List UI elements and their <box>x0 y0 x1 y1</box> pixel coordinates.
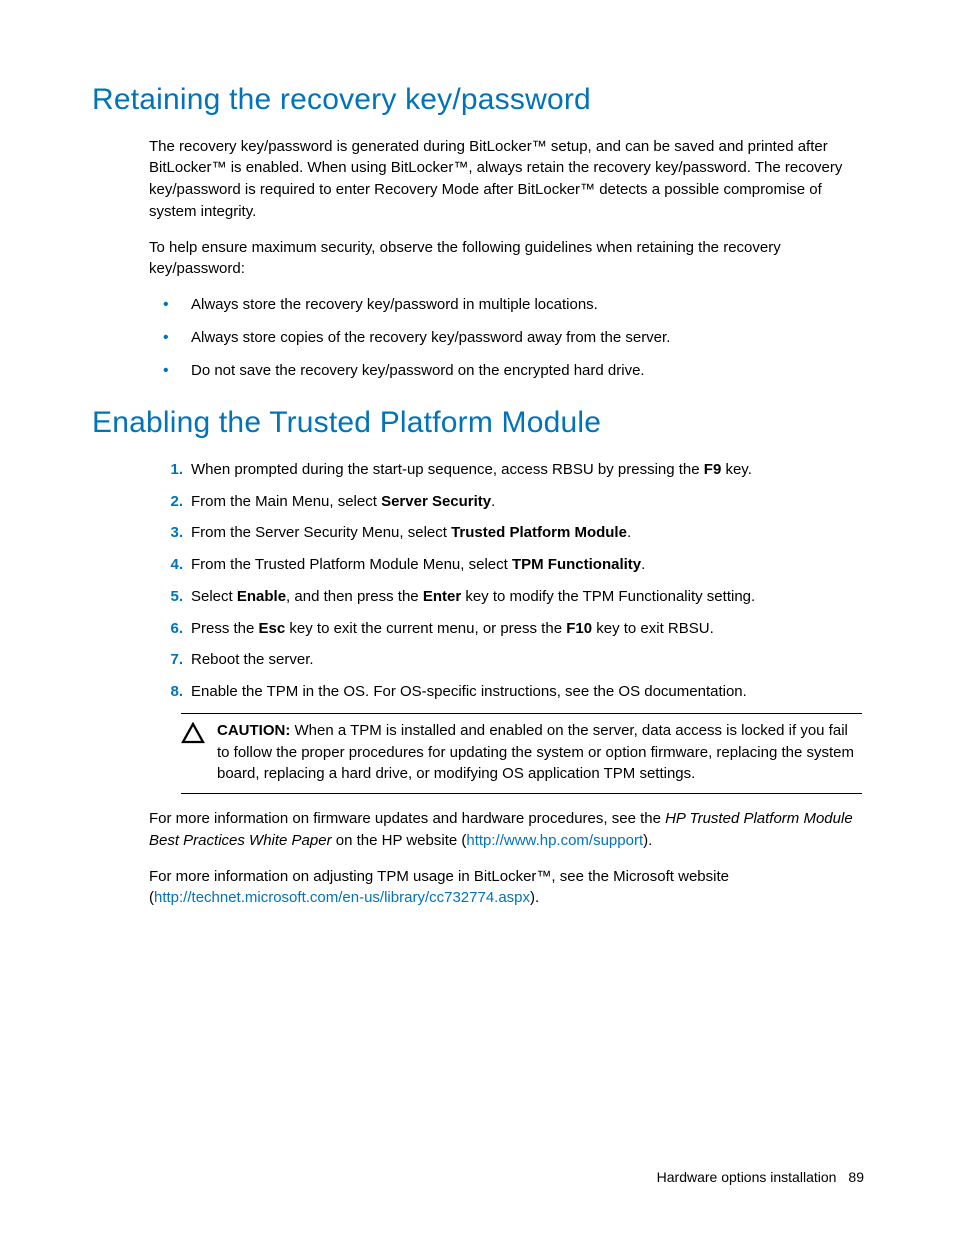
menu-name: TPM Functionality <box>512 556 641 573</box>
list-item: When prompted during the start-up sequen… <box>149 459 862 481</box>
step-text: Press the <box>191 620 259 637</box>
list-item: Select Enable, and then press the Enter … <box>149 586 862 608</box>
list-item: Do not save the recovery key/password on… <box>149 360 862 382</box>
menu-name: Server Security <box>381 493 491 510</box>
heading-enabling-tpm: Enabling the Trusted Platform Module <box>92 401 864 445</box>
list-item: From the Trusted Platform Module Menu, s… <box>149 554 862 576</box>
paragraph-text: The recovery key/password is generated d… <box>149 136 862 223</box>
caution-box: CAUTION: When a TPM is installed and ena… <box>181 713 862 794</box>
list-item: From the Main Menu, select Server Securi… <box>149 491 862 513</box>
page-number: 89 <box>848 1169 864 1185</box>
list-item: Always store the recovery key/password i… <box>149 294 862 316</box>
step-text: . <box>641 556 645 573</box>
section1-body: The recovery key/password is generated d… <box>149 136 862 382</box>
step-text: . <box>627 524 631 541</box>
bullet-list: Always store the recovery key/password i… <box>149 294 862 381</box>
option-name: Enable <box>237 588 286 605</box>
page-container: Retaining the recovery key/password The … <box>0 0 954 1235</box>
caution-text: CAUTION: When a TPM is installed and ena… <box>217 720 862 785</box>
text: ). <box>643 832 652 849</box>
keyname: Enter <box>423 588 461 605</box>
step-text: From the Trusted Platform Module Menu, s… <box>191 556 512 573</box>
list-item: Always store copies of the recovery key/… <box>149 327 862 349</box>
keyname: Esc <box>259 620 286 637</box>
step-text: , and then press the <box>286 588 423 605</box>
step-text: key to modify the TPM Functionality sett… <box>461 588 755 605</box>
step-text: . <box>491 493 495 510</box>
step-text: From the Server Security Menu, select <box>191 524 451 541</box>
hp-support-link[interactable]: http://www.hp.com/support <box>466 832 643 849</box>
caution-icon <box>181 720 217 750</box>
step-text: key. <box>721 461 752 478</box>
text: For more information on firmware updates… <box>149 810 665 827</box>
step-text: When prompted during the start-up sequen… <box>191 461 704 478</box>
paragraph-text: For more information on adjusting TPM us… <box>149 866 862 910</box>
step-text: key to exit RBSU. <box>592 620 714 637</box>
keyname: F10 <box>566 620 592 637</box>
footer-label: Hardware options installation <box>657 1169 837 1185</box>
keyname: F9 <box>704 461 722 478</box>
paragraph-text: For more information on firmware updates… <box>149 808 862 852</box>
microsoft-technet-link[interactable]: http://technet.microsoft.com/en-us/libra… <box>154 889 530 906</box>
step-text: From the Main Menu, select <box>191 493 381 510</box>
page-footer: Hardware options installation 89 <box>657 1167 864 1187</box>
heading-retaining-recovery-key: Retaining the recovery key/password <box>92 78 864 122</box>
list-item: Reboot the server. <box>149 649 862 671</box>
menu-name: Trusted Platform Module <box>451 524 627 541</box>
numbered-steps: When prompted during the start-up sequen… <box>149 459 862 703</box>
caution-body: When a TPM is installed and enabled on t… <box>217 722 854 783</box>
list-item: Enable the TPM in the OS. For OS-specifi… <box>149 681 862 703</box>
step-text: Select <box>191 588 237 605</box>
list-item: From the Server Security Menu, select Tr… <box>149 522 862 544</box>
list-item: Press the Esc key to exit the current me… <box>149 618 862 640</box>
paragraph-text: To help ensure maximum security, observe… <box>149 237 862 281</box>
text: on the HP website ( <box>332 832 467 849</box>
step-text: key to exit the current menu, or press t… <box>285 620 566 637</box>
section2-body: When prompted during the start-up sequen… <box>149 459 862 909</box>
text: ). <box>530 889 539 906</box>
caution-label: CAUTION: <box>217 722 290 739</box>
